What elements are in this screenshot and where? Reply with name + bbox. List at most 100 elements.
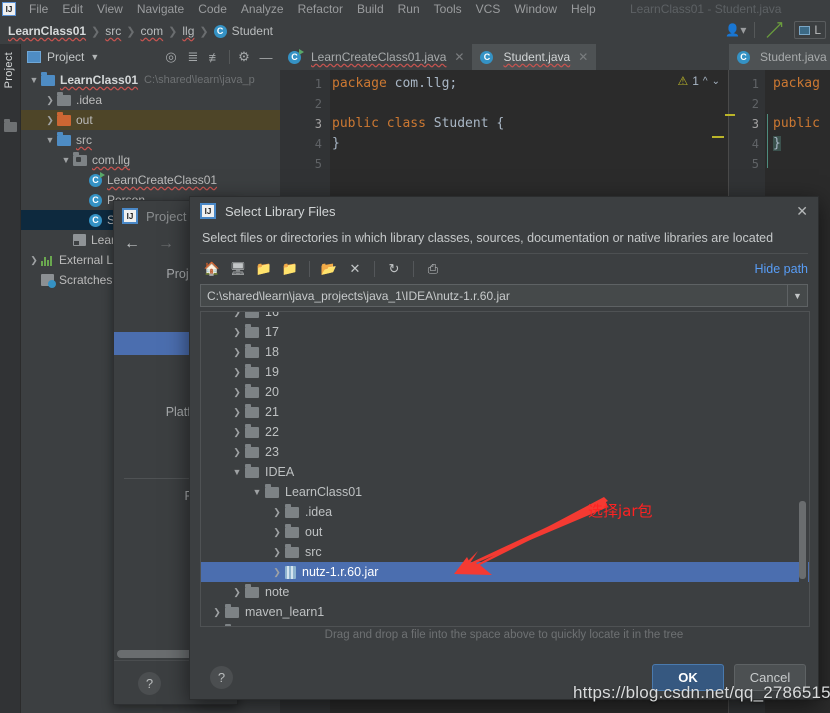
chevron-right-icon[interactable]: ❯: [229, 387, 245, 398]
delete-icon[interactable]: ✕: [343, 258, 367, 280]
path-input[interactable]: C:\shared\learn\java_projects\java_1\IDE…: [200, 284, 808, 307]
chevron-right-icon[interactable]: ❯: [269, 527, 285, 538]
tab-student-right[interactable]: C Student.java: [729, 44, 830, 70]
chevron-right-icon[interactable]: ❯: [229, 427, 245, 438]
chevron-right-icon[interactable]: ❯: [209, 627, 225, 628]
breadcrumb-llg[interactable]: llg: [182, 24, 194, 38]
file-tree-row[interactable]: ❯18: [201, 342, 809, 362]
file-tree-row[interactable]: ▼IDEA: [201, 462, 809, 482]
menu-item-run[interactable]: Run: [391, 0, 427, 18]
file-tree-row[interactable]: ❯nutz-1.r.60.jar: [201, 562, 809, 582]
breadcrumb-src[interactable]: src: [105, 24, 121, 38]
menu-item-tools[interactable]: Tools: [427, 0, 469, 18]
menu-item-file[interactable]: File: [22, 0, 55, 18]
file-tree-row[interactable]: ❯out: [201, 522, 809, 542]
menu-item-vcs[interactable]: VCS: [469, 0, 508, 18]
chevron-down-icon[interactable]: ▼: [43, 135, 57, 145]
file-tree-row[interactable]: ❯19: [201, 362, 809, 382]
file-tree-row[interactable]: ▼LearnClass01: [201, 482, 809, 502]
home-icon[interactable]: 🏠: [200, 258, 224, 280]
horizontal-scrollbar[interactable]: [117, 650, 197, 658]
vertical-scrollbar-track[interactable]: [799, 313, 808, 627]
back-arrow-icon[interactable]: ←: [124, 235, 140, 253]
chevron-down-icon[interactable]: ▼: [787, 285, 807, 306]
chevron-down-icon[interactable]: ▼: [90, 52, 99, 62]
menu-item-view[interactable]: View: [90, 0, 130, 18]
breadcrumb-project[interactable]: LearnClass01: [8, 24, 86, 38]
hide-panel-icon[interactable]: —: [258, 50, 274, 65]
vertical-scrollbar-thumb[interactable]: [799, 501, 806, 579]
chevron-right-icon[interactable]: ❯: [27, 255, 41, 266]
file-tree-row[interactable]: ❯maven_learn2: [201, 622, 809, 627]
file-tree-row[interactable]: ❯.idea: [201, 502, 809, 522]
code-content[interactable]: package com.llg; public class Student { …: [332, 74, 728, 174]
user-icon[interactable]: 👤▾: [725, 23, 746, 37]
menu-item-analyze[interactable]: Analyze: [234, 0, 291, 18]
file-tree-row[interactable]: ❯20: [201, 382, 809, 402]
file-tree-row[interactable]: ❯23: [201, 442, 809, 462]
file-tree-row[interactable]: ❯maven_learn1: [201, 602, 809, 622]
menu-item-help[interactable]: Help: [564, 0, 603, 18]
menu-item-build[interactable]: Build: [350, 0, 391, 18]
locate-icon[interactable]: ◎: [163, 49, 179, 65]
file-tree-row[interactable]: ❯16: [201, 311, 809, 322]
menu-item-window[interactable]: Window: [507, 0, 564, 18]
tab-learncreateclass01[interactable]: C LearnCreateClass01.java ✕: [280, 44, 472, 70]
breadcrumb-com[interactable]: com: [140, 24, 163, 38]
tab-student[interactable]: C Student.java ✕: [472, 44, 596, 70]
close-icon[interactable]: ✕: [796, 203, 808, 220]
menu-item-code[interactable]: Code: [191, 0, 234, 18]
chevron-right-icon[interactable]: ❯: [229, 407, 245, 418]
refresh-icon[interactable]: ↻: [382, 258, 406, 280]
chevron-down-icon[interactable]: ▼: [27, 75, 41, 85]
chevron-right-icon[interactable]: ❯: [209, 607, 225, 618]
chevron-down-icon[interactable]: ▼: [59, 155, 73, 165]
new-folder-icon[interactable]: 📁: [252, 258, 276, 280]
hide-path-link[interactable]: Hide path: [754, 262, 808, 276]
help-button[interactable]: ?: [138, 672, 161, 695]
chevron-right-icon[interactable]: ❯: [43, 95, 57, 106]
desktop-icon[interactable]: 🖥: [226, 258, 250, 280]
chevron-right-icon[interactable]: ❯: [229, 327, 245, 338]
settings-gear-icon[interactable]: ⚙: [236, 49, 252, 65]
chevron-down-icon[interactable]: ▼: [249, 487, 265, 497]
chevron-right-icon[interactable]: ❯: [229, 347, 245, 358]
forward-arrow-icon[interactable]: →: [158, 235, 174, 253]
code-content-right[interactable]: packag public }: [773, 74, 830, 174]
menu-item-refactor[interactable]: Refactor: [291, 0, 350, 18]
project-panel-title[interactable]: Project: [47, 50, 84, 64]
breadcrumb-class[interactable]: Student: [232, 24, 273, 38]
menu-item-navigate[interactable]: Navigate: [130, 0, 191, 18]
project-tree-row[interactable]: ❯CLearnCreateClass01: [21, 170, 280, 190]
chevron-right-icon[interactable]: ❯: [229, 447, 245, 458]
file-tree-row[interactable]: ❯note: [201, 582, 809, 602]
project-tree-row[interactable]: ▼src: [21, 130, 280, 150]
chevron-right-icon[interactable]: ❯: [43, 115, 57, 126]
chevron-down-icon[interactable]: ▼: [229, 467, 245, 477]
inspection-widget[interactable]: ⚠ 1 ^ ⌄: [677, 74, 720, 88]
chevron-right-icon[interactable]: ❯: [269, 567, 285, 578]
file-tree-row[interactable]: ❯22: [201, 422, 809, 442]
expand-all-icon[interactable]: ≣: [185, 49, 201, 65]
project-tree-row[interactable]: ▼com.llg: [21, 150, 280, 170]
file-tree-row[interactable]: ❯21: [201, 402, 809, 422]
chevron-right-icon[interactable]: ❯: [229, 587, 245, 598]
project-tree-row[interactable]: ❯.idea: [21, 90, 280, 110]
chevron-right-icon[interactable]: ❯: [229, 367, 245, 378]
chevron-right-icon[interactable]: ❯: [269, 547, 285, 558]
close-icon[interactable]: ✕: [578, 50, 588, 64]
file-tree-row[interactable]: ❯src: [201, 542, 809, 562]
stripe-button-project[interactable]: Project: [3, 52, 15, 88]
show-hidden-icon[interactable]: ⎙: [421, 258, 445, 280]
help-button[interactable]: ?: [210, 666, 233, 689]
run-configuration-selector[interactable]: L: [794, 21, 826, 39]
file-tree[interactable]: ❯16❯17❯18❯19❯20❯21❯22❯23▼IDEA▼LearnClass…: [200, 311, 810, 627]
project-tree-row[interactable]: ▼LearnClass01C:\shared\learn\java_p: [21, 70, 280, 90]
project-tree-row[interactable]: ❯out: [21, 110, 280, 130]
close-icon[interactable]: ✕: [454, 50, 464, 64]
collapse-all-icon[interactable]: ≢: [207, 50, 223, 65]
chevron-up-icon[interactable]: ^: [703, 76, 708, 87]
chevron-down-icon[interactable]: ⌄: [712, 76, 720, 87]
chevron-right-icon[interactable]: ❯: [269, 507, 285, 518]
add-folder-icon[interactable]: 📂: [317, 258, 341, 280]
